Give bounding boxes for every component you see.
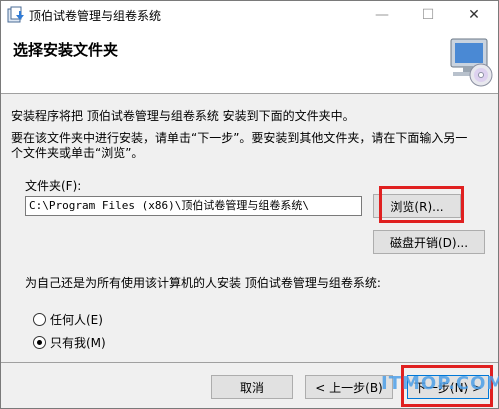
title-bar: 顶伯试卷管理与组卷系统 — ☐ ✕ bbox=[1, 1, 498, 29]
radio-just-me-label: 只有我(M) bbox=[50, 336, 106, 350]
radio-everyone-circle[interactable] bbox=[33, 313, 46, 326]
folder-label: 文件夹(F): bbox=[25, 179, 82, 193]
page-title: 选择安装文件夹 bbox=[13, 41, 119, 59]
window-title: 顶伯试卷管理与组卷系统 bbox=[29, 9, 162, 23]
folder-path-input[interactable]: C:\Program Files (x86)\顶伯试卷管理与组卷系统\ bbox=[25, 196, 362, 216]
radio-just-me[interactable]: 只有我(M) bbox=[33, 334, 106, 351]
instructions-line-1: 要在该文件夹中进行安装，请单击“下一步”。要安装到其他文件夹，请在下面输入另一 bbox=[11, 131, 468, 145]
close-button[interactable]: ✕ bbox=[451, 1, 497, 29]
cancel-button[interactable]: 取消 bbox=[211, 375, 293, 399]
radio-everyone[interactable]: 任何人(E) bbox=[33, 311, 103, 328]
page-header: 选择安装文件夹 bbox=[1, 29, 498, 94]
back-button[interactable]: < 上一步(B) bbox=[305, 375, 393, 399]
intro-text: 安装程序将把 顶伯试卷管理与组卷系统 安装到下面的文件夹中。 bbox=[11, 109, 355, 123]
computer-cd-icon bbox=[450, 38, 493, 87]
next-button[interactable]: 下一步(N) > bbox=[407, 375, 489, 399]
radio-everyone-label: 任何人(E) bbox=[50, 313, 103, 327]
disk-cost-button[interactable]: 磁盘开销(D)... bbox=[373, 230, 485, 254]
maximize-button[interactable]: ☐ bbox=[405, 1, 451, 29]
footer-divider bbox=[1, 362, 498, 363]
minimize-button[interactable]: — bbox=[359, 1, 405, 29]
browse-button[interactable]: 浏览(R)... bbox=[373, 194, 461, 218]
installer-app-icon bbox=[7, 6, 24, 23]
installer-window: 顶伯试卷管理与组卷系统 — ☐ ✕ 选择安装文件夹 安装程序将把 顶伯试卷管理与… bbox=[0, 0, 499, 409]
radio-just-me-circle[interactable] bbox=[33, 336, 46, 349]
instructions-line-2: 个文件夹或单击“浏览”。 bbox=[11, 146, 144, 160]
install-scope-question: 为自己还是为所有使用该计算机的人安装 顶伯试卷管理与组卷系统: bbox=[25, 276, 381, 290]
